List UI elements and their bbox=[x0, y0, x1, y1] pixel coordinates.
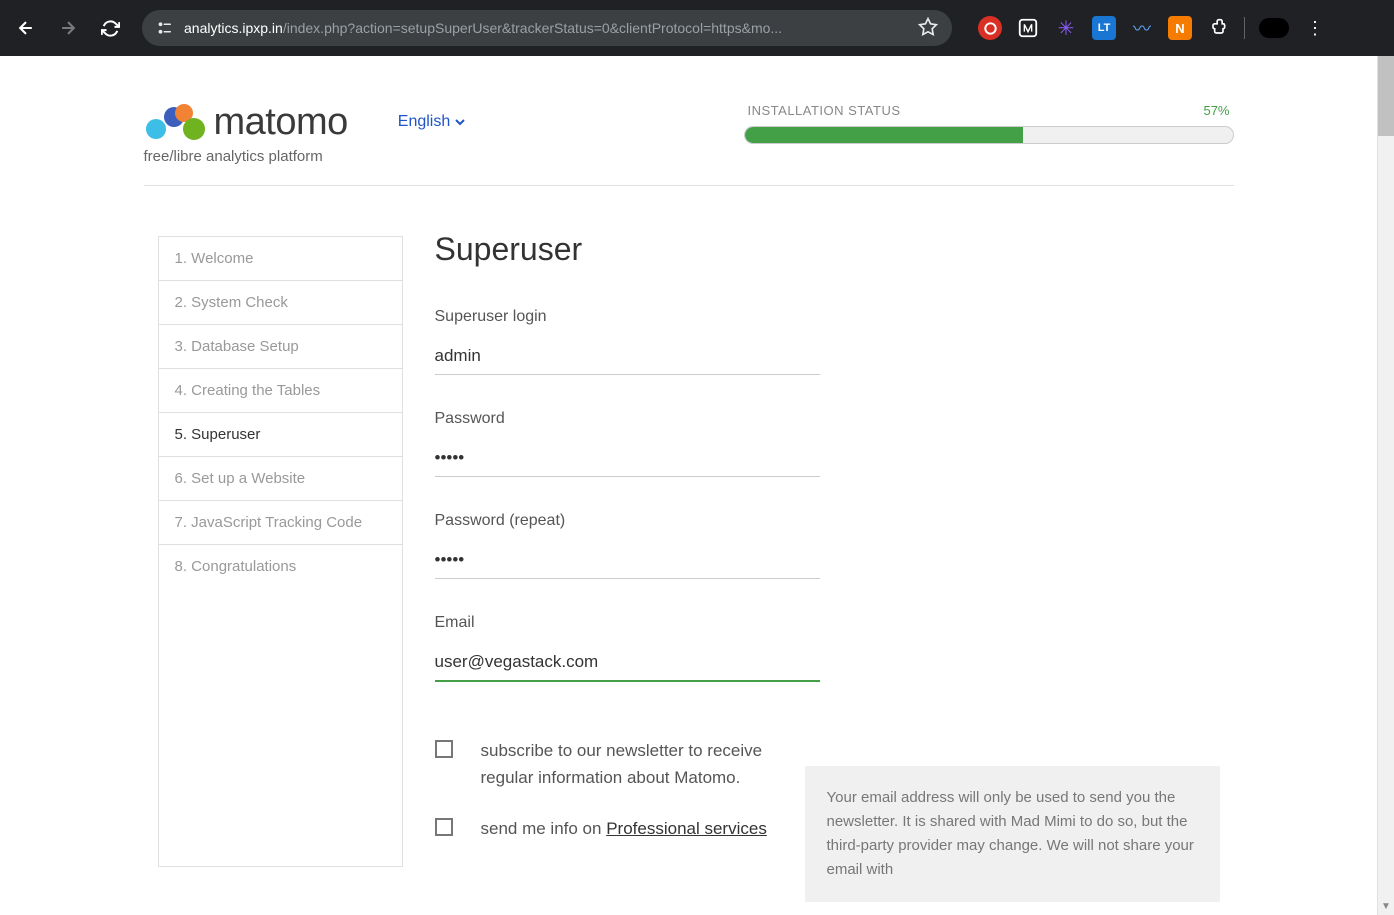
page-header: matomo free/libre analytics platform Eng… bbox=[144, 56, 1234, 186]
install-steps-sidebar: 1. Welcome 2. System Check 3. Database S… bbox=[158, 236, 403, 867]
language-selector[interactable]: English bbox=[398, 113, 468, 131]
password-repeat-label: Password (repeat) bbox=[435, 512, 820, 530]
password-repeat-input[interactable] bbox=[435, 542, 820, 579]
ext-icon-5[interactable]: 〰 bbox=[1130, 16, 1154, 40]
sidebar-item-creating-tables[interactable]: 4. Creating the Tables bbox=[159, 369, 402, 413]
sidebar-item-welcome[interactable]: 1. Welcome bbox=[159, 237, 402, 281]
login-label: Superuser login bbox=[435, 308, 820, 326]
address-bar[interactable]: analytics.ipxp.in/index.php?action=setup… bbox=[142, 10, 952, 46]
professional-services-link[interactable]: Professional services bbox=[606, 819, 767, 838]
extension-icons: ✳ LT 〰 N ⋮ bbox=[978, 16, 1327, 40]
password-label: Password bbox=[435, 410, 820, 428]
ext-icon-6[interactable]: N bbox=[1168, 16, 1192, 40]
scrollbar[interactable]: ▼ bbox=[1377, 56, 1394, 915]
browser-menu-icon[interactable]: ⋮ bbox=[1303, 16, 1327, 40]
newsletter-label: subscribe to our newsletter to receive r… bbox=[481, 737, 820, 791]
matomo-logo[interactable]: matomo bbox=[144, 101, 348, 144]
forward-button[interactable] bbox=[50, 10, 86, 46]
logo-text: matomo bbox=[214, 101, 348, 144]
site-info-icon[interactable] bbox=[156, 19, 174, 37]
extensions-icon[interactable] bbox=[1206, 16, 1230, 40]
reload-button[interactable] bbox=[92, 10, 128, 46]
email-input[interactable] bbox=[435, 644, 820, 682]
sidebar-item-tracking-code[interactable]: 7. JavaScript Tracking Code bbox=[159, 501, 402, 545]
progress-bar bbox=[744, 126, 1234, 144]
installation-status: INSTALLATION STATUS 57% bbox=[744, 103, 1234, 144]
professional-label: send me info on Professional services bbox=[481, 815, 767, 842]
status-percent: 57% bbox=[1203, 103, 1229, 118]
ext-icon-4[interactable]: LT bbox=[1092, 16, 1116, 40]
newsletter-checkbox[interactable] bbox=[435, 740, 453, 758]
scrollbar-down-arrow[interactable]: ▼ bbox=[1378, 898, 1394, 915]
page-title: Superuser bbox=[435, 231, 1220, 268]
sidebar-item-database-setup[interactable]: 3. Database Setup bbox=[159, 325, 402, 369]
tagline: free/libre analytics platform bbox=[144, 148, 348, 165]
ext-icon-3[interactable]: ✳ bbox=[1054, 16, 1078, 40]
progress-fill bbox=[745, 127, 1023, 143]
status-label: INSTALLATION STATUS bbox=[748, 103, 901, 118]
password-input[interactable] bbox=[435, 440, 820, 477]
main-content: Superuser Superuser login Password Passw… bbox=[435, 236, 1220, 867]
browser-toolbar: analytics.ipxp.in/index.php?action=setup… bbox=[0, 0, 1394, 56]
email-label: Email bbox=[435, 614, 820, 632]
profile-avatar[interactable] bbox=[1259, 18, 1289, 38]
sidebar-item-system-check[interactable]: 2. System Check bbox=[159, 281, 402, 325]
scrollbar-thumb[interactable] bbox=[1378, 56, 1394, 136]
sidebar-item-superuser[interactable]: 5. Superuser bbox=[159, 413, 402, 457]
ext-icon-1[interactable] bbox=[978, 16, 1002, 40]
ext-icon-2[interactable] bbox=[1016, 16, 1040, 40]
logo-mark-icon bbox=[144, 103, 206, 143]
sidebar-item-congratulations[interactable]: 8. Congratulations bbox=[159, 545, 402, 588]
professional-checkbox[interactable] bbox=[435, 818, 453, 836]
url-text: analytics.ipxp.in/index.php?action=setup… bbox=[184, 20, 908, 36]
back-button[interactable] bbox=[8, 10, 44, 46]
chevron-down-icon bbox=[452, 114, 468, 130]
login-input[interactable] bbox=[435, 338, 820, 375]
email-info-box: Your email address will only be used to … bbox=[805, 766, 1220, 902]
sidebar-item-setup-website[interactable]: 6. Set up a Website bbox=[159, 457, 402, 501]
bookmark-icon[interactable] bbox=[918, 17, 938, 40]
